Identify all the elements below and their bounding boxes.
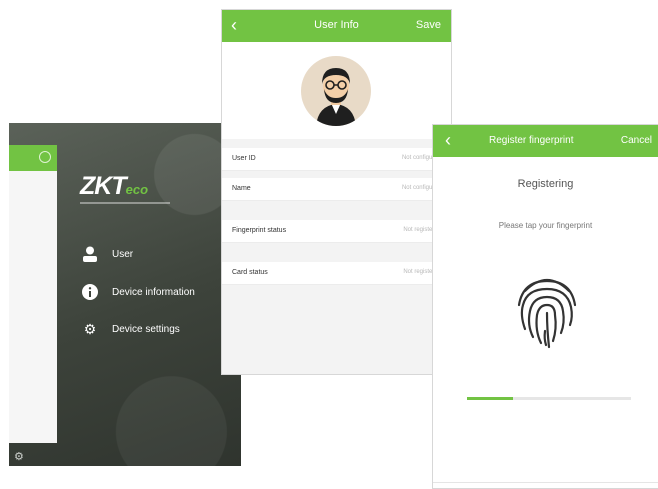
- user-avatar-illustration-icon: [316, 68, 356, 126]
- gear-icon: ⚙: [83, 320, 97, 337]
- save-button[interactable]: Save: [416, 19, 441, 31]
- registration-status: Registering: [517, 178, 574, 190]
- fingerprint-icon: [517, 278, 577, 349]
- brand-logo-secondary: eco: [125, 182, 149, 197]
- menu-item-label: Device information: [112, 286, 195, 298]
- field-label: Card status: [232, 269, 268, 276]
- page-title: Register fingerprint: [489, 135, 574, 146]
- registration-progress-fill: [467, 397, 513, 400]
- name-row[interactable]: Name Not configured: [222, 178, 451, 201]
- register-fingerprint-header: ‹ Register fingerprint Cancel: [433, 125, 658, 157]
- field-label: User ID: [232, 155, 256, 162]
- settings-gear-icon[interactable]: ⚙: [14, 450, 24, 463]
- menu-item-user[interactable]: User ›: [81, 243, 239, 265]
- bottom-divider: [433, 482, 658, 483]
- avatar-section: [222, 42, 451, 139]
- field-label: Fingerprint status: [232, 227, 287, 234]
- user-id-row[interactable]: User ID Not configured: [222, 148, 451, 171]
- brand-logo-primary: ZKT: [80, 172, 127, 200]
- card-status-row[interactable]: Card status Not registered: [222, 262, 451, 285]
- field-label: Name: [232, 185, 251, 192]
- menu-item-label: Device settings: [112, 323, 180, 335]
- info-icon: [81, 283, 99, 301]
- back-chevron-icon[interactable]: ‹: [445, 130, 451, 151]
- fingerprint-status-row[interactable]: Fingerprint status Not registered: [222, 220, 451, 243]
- cancel-button[interactable]: Cancel: [621, 135, 652, 146]
- menu-item-device-information[interactable]: Device information ›: [81, 281, 239, 303]
- registration-progress-bar: [467, 397, 631, 400]
- clock-icon: [39, 151, 51, 163]
- underlying-header-bar: [9, 145, 57, 171]
- menu-item-label: User: [112, 248, 134, 260]
- user-info-screen: ‹ User Info Save User ID Not configured …: [221, 9, 452, 375]
- register-fingerprint-screen: ‹ Register fingerprint Cancel Registerin…: [432, 124, 658, 489]
- menu-item-device-settings[interactable]: ⚙ Device settings ›: [81, 318, 239, 340]
- side-menu-screen: ZKTeco User › Device information › ⚙ Dev…: [9, 123, 241, 466]
- user-icon: [81, 245, 99, 263]
- user-info-header: ‹ User Info Save: [222, 10, 451, 42]
- registration-prompt: Please tap your fingerprint: [498, 221, 593, 230]
- brand-tagline: [80, 202, 170, 204]
- underlying-content-panel: [9, 145, 57, 443]
- avatar[interactable]: [301, 56, 371, 126]
- brand-logo: ZKTeco: [80, 172, 148, 201]
